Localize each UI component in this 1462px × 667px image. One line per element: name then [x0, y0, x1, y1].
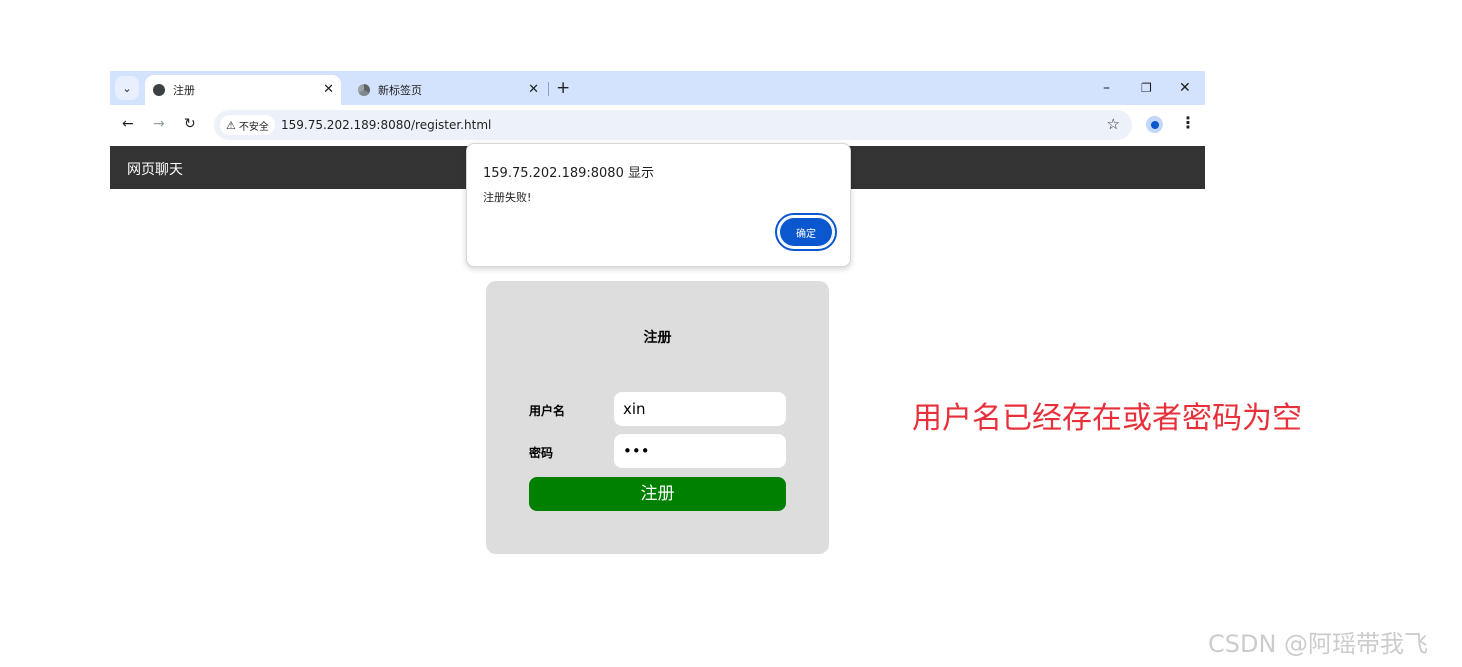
error-annotation: 用户名已经存在或者密码为空: [912, 401, 1302, 436]
watermark: CSDN @阿瑶带我飞: [1208, 630, 1429, 658]
chrome-icon: [358, 84, 370, 96]
dialog-ok-button[interactable]: 确定: [775, 213, 837, 251]
register-title: 注册: [643, 330, 672, 346]
tab-label: 注册: [173, 84, 195, 97]
password-label: 密码: [529, 446, 554, 460]
dialog-title: 159.75.202.189:8080 显示: [483, 166, 654, 181]
reload-icon[interactable]: ↻: [184, 115, 196, 133]
browser-toolbar: ← → ↻ ⚠ 不安全 159.75.202.189:8080/register…: [110, 105, 1205, 145]
tab-close-icon[interactable]: ✕: [528, 82, 539, 98]
new-tab-button[interactable]: +: [556, 78, 570, 98]
password-input[interactable]: •••: [614, 434, 786, 468]
tab-label: 新标签页: [378, 84, 422, 97]
alert-dialog: 159.75.202.189:8080 显示 注册失败! 确定: [466, 143, 851, 267]
register-submit-button[interactable]: 注册: [529, 477, 786, 511]
site-brand: 网页聊天: [127, 162, 183, 178]
close-window-button[interactable]: ✕: [1179, 79, 1191, 97]
tab-search-button[interactable]: ⌄: [115, 76, 139, 100]
bookmark-star-icon[interactable]: ☆: [1107, 115, 1120, 133]
chevron-down-icon: ⌄: [122, 81, 132, 95]
security-label: 不安全: [238, 121, 269, 133]
url-text[interactable]: 159.75.202.189:8080/register.html: [281, 116, 491, 134]
register-card: 注册 用户名 xin 密码 ••• 注册: [486, 281, 829, 554]
back-arrow-icon[interactable]: ←: [122, 115, 134, 133]
tab-register[interactable]: 注册 ✕: [145, 75, 341, 105]
minimize-button[interactable]: –: [1103, 79, 1110, 97]
tab-strip: ⌄ 注册 ✕ 新标签页 ✕ + – ❐ ✕: [110, 71, 1205, 105]
tab-separator: [548, 82, 549, 96]
address-bar[interactable]: ⚠ 不安全 159.75.202.189:8080/register.html …: [214, 110, 1132, 140]
forward-arrow-icon[interactable]: →: [153, 115, 165, 133]
profile-avatar-icon[interactable]: [1146, 116, 1163, 133]
restore-button[interactable]: ❐: [1141, 79, 1152, 97]
more-menu-icon[interactable]: ⋮: [1180, 113, 1196, 133]
security-chip[interactable]: ⚠ 不安全: [220, 115, 275, 135]
tab-close-icon[interactable]: ✕: [323, 82, 334, 98]
dialog-message: 注册失败!: [483, 191, 532, 204]
warning-icon: ⚠: [226, 118, 236, 132]
username-input[interactable]: xin: [614, 392, 786, 426]
username-label: 用户名: [529, 404, 566, 418]
globe-icon: [153, 84, 165, 96]
tab-new-tab[interactable]: 新标签页 ✕: [350, 75, 546, 105]
